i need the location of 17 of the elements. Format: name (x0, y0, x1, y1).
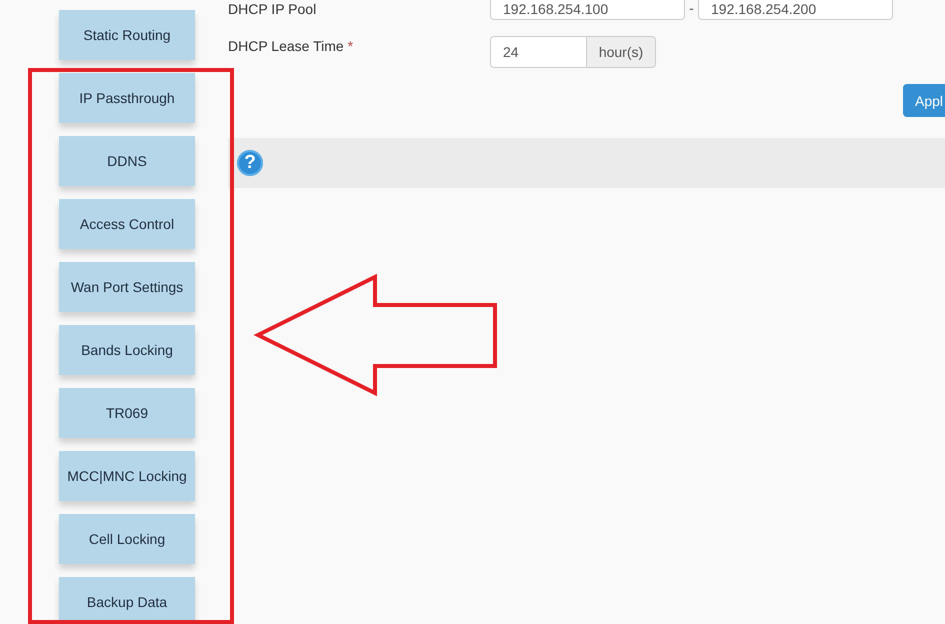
sidebar-item[interactable]: IP Passthrough (59, 73, 195, 123)
sidebar-item[interactable]: MCC|MNC Locking (59, 451, 195, 501)
unit-label: hour(s) (586, 36, 656, 68)
sidebar-item[interactable]: Static Routing (59, 10, 195, 60)
sidebar-item[interactable]: Access Control (59, 199, 195, 249)
lease-time-field[interactable]: 24 (490, 36, 586, 68)
sidebar-item[interactable]: DDNS (59, 136, 195, 186)
sidebar-item[interactable]: Cell Locking (59, 514, 195, 564)
pool-end-field[interactable]: 192.168.254.200 (698, 0, 893, 20)
sidebar-item[interactable]: Wan Port Settings (59, 262, 195, 312)
field-label: DHCP IP Pool (228, 1, 318, 17)
pool-start-field[interactable]: 192.168.254.100 (490, 0, 685, 20)
field-label: DHCP Lease Time * (228, 37, 354, 54)
help-button[interactable]: ? (237, 150, 263, 176)
range-separator: - (688, 0, 695, 16)
sidebar-item[interactable]: Bands Locking (59, 325, 195, 375)
sidebar-item[interactable]: TR069 (59, 388, 195, 438)
